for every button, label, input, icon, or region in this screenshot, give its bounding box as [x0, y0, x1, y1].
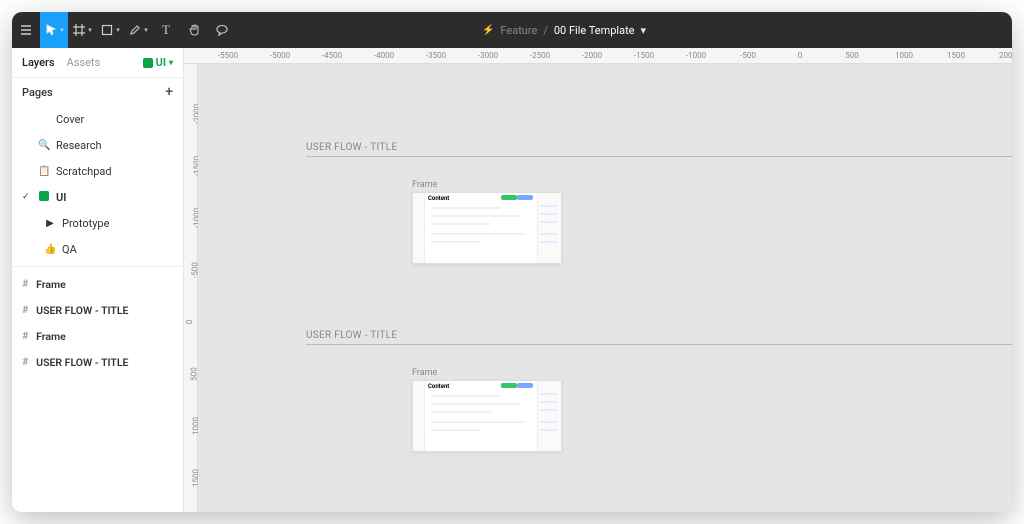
layer-label: Frame — [36, 278, 66, 291]
add-page-button[interactable]: + — [165, 84, 173, 100]
layer-label: USER FLOW - TITLE — [36, 304, 128, 317]
hamburger-icon — [19, 23, 33, 37]
panel-tabs: Layers Assets UI ▾ — [12, 48, 183, 78]
frame-icon: # — [22, 305, 28, 316]
hand-tool[interactable] — [180, 12, 208, 48]
page-label: Research — [56, 139, 102, 152]
status-ready-icon — [39, 191, 49, 201]
hand-icon — [187, 23, 201, 37]
breadcrumb-file[interactable]: 00 File Template — [554, 24, 635, 37]
chevron-down-icon: ▾ — [144, 26, 148, 34]
rectangle-icon — [100, 23, 114, 37]
ruler-tick: 1000 — [895, 51, 913, 60]
ruler-tick: -1000 — [686, 51, 706, 60]
breadcrumb-separator: / — [543, 24, 548, 37]
page-label: QA — [62, 243, 77, 256]
current-page-indicator[interactable]: UI ▾ — [143, 56, 173, 69]
page-label: UI — [56, 191, 66, 204]
comment-tool[interactable] — [208, 12, 236, 48]
ruler-tick: -3500 — [426, 51, 446, 60]
ruler-tick: -4000 — [374, 51, 394, 60]
canvas-area: -5500 -5000 -4500 -4000 -3500 -3000 -250… — [184, 48, 1012, 512]
section-title[interactable]: USER FLOW - TITLE — [306, 330, 397, 341]
chevron-down-icon: ▾ — [88, 26, 92, 34]
frame-icon: # — [22, 331, 28, 342]
toolbar: ▾ ▾ ▾ ▾ T ⚡ Feature / 00 File Template ▾ — [12, 12, 1012, 48]
pen-icon — [128, 23, 142, 37]
layer-label: Frame — [36, 330, 66, 343]
breadcrumb-project[interactable]: Feature — [500, 24, 537, 37]
frame-inner-title: Content — [428, 383, 449, 390]
section-divider — [306, 156, 1012, 157]
page-status-icon — [143, 58, 153, 68]
layer-label: USER FLOW - TITLE — [36, 356, 128, 369]
ruler-tick: 0 — [798, 51, 803, 60]
pages-header-label: Pages — [22, 86, 53, 99]
ruler-tick: 0 — [185, 320, 194, 325]
frame-icon: # — [22, 357, 28, 368]
ruler-tick: -500 — [740, 51, 756, 60]
clipboard-icon: 📋 — [38, 166, 50, 177]
left-panel: Layers Assets UI ▾ Pages + Cover 🔍 Resea… — [12, 48, 184, 512]
ruler-tick: -5500 — [218, 51, 238, 60]
pen-tool[interactable]: ▾ — [124, 12, 152, 48]
layer-item[interactable]: # Frame — [12, 323, 183, 349]
frame-icon: # — [22, 279, 28, 290]
thumbs-up-icon: 👍 — [44, 244, 56, 255]
text-tool[interactable]: T — [152, 12, 180, 48]
frame-label[interactable]: Frame — [412, 368, 437, 378]
ruler-horizontal[interactable]: -5500 -5000 -4500 -4000 -3500 -3000 -250… — [184, 48, 1012, 64]
frame-label[interactable]: Frame — [412, 180, 437, 190]
shape-tool[interactable]: ▾ — [96, 12, 124, 48]
menu-button[interactable] — [12, 12, 40, 48]
ruler-tick: -3000 — [478, 51, 498, 60]
page-item-cover[interactable]: Cover — [12, 106, 183, 132]
ruler-tick: -2500 — [530, 51, 550, 60]
chevron-down-icon[interactable]: ▾ — [641, 24, 647, 37]
canvas-frame[interactable]: Content — [412, 192, 562, 264]
frame-tool[interactable]: ▾ — [68, 12, 96, 48]
check-icon: ✓ — [22, 192, 32, 202]
page-item-prototype[interactable]: ▶ Prototype — [12, 210, 183, 236]
page-label: Cover — [56, 113, 84, 126]
page-label: Scratchpad — [56, 165, 112, 178]
section-divider — [306, 344, 1012, 345]
section-title[interactable]: USER FLOW - TITLE — [306, 142, 397, 153]
ruler-tick: -2000 — [582, 51, 602, 60]
ruler-tick: 500 — [845, 51, 859, 60]
chevron-down-icon: ▾ — [169, 58, 173, 67]
ruler-tick: -5000 — [270, 51, 290, 60]
pages-header: Pages + — [12, 78, 183, 106]
page-label: Prototype — [62, 217, 109, 230]
tab-layers[interactable]: Layers — [22, 56, 55, 69]
layer-item[interactable]: # USER FLOW - TITLE — [12, 349, 183, 375]
bolt-icon: ⚡ — [482, 25, 494, 36]
ruler-vertical[interactable]: -2000 -1500 -1000 -500 0 500 1000 1500 — [184, 64, 198, 512]
ruler-tick: 2000 — [999, 51, 1012, 60]
ruler-tick: 500 — [189, 367, 198, 381]
tab-assets[interactable]: Assets — [67, 56, 101, 69]
layer-item[interactable]: # USER FLOW - TITLE — [12, 297, 183, 323]
layer-item[interactable]: # Frame — [12, 271, 183, 297]
page-item-research[interactable]: 🔍 Research — [12, 132, 183, 158]
chevron-down-icon: ▾ — [116, 26, 120, 34]
page-item-ui[interactable]: ✓ UI — [12, 184, 183, 210]
cursor-icon — [44, 23, 58, 37]
page-item-scratchpad[interactable]: 📋 Scratchpad — [12, 158, 183, 184]
page-item-qa[interactable]: 👍 QA — [12, 236, 183, 262]
play-icon: ▶ — [44, 218, 56, 229]
canvas-frame[interactable]: Content — [412, 380, 562, 452]
frame-inner-title: Content — [428, 195, 449, 202]
frame-icon — [72, 23, 86, 37]
ruler-tick: -1500 — [634, 51, 654, 60]
chevron-down-icon: ▾ — [60, 26, 64, 34]
move-tool[interactable]: ▾ — [40, 12, 68, 48]
search-icon: 🔍 — [38, 140, 50, 151]
current-page-label: UI — [156, 56, 166, 69]
comment-icon — [215, 23, 229, 37]
text-icon: T — [162, 22, 170, 38]
ruler-tick: 1500 — [947, 51, 965, 60]
ruler-tick: -4500 — [322, 51, 342, 60]
canvas[interactable]: USER FLOW - TITLE Frame Content — [198, 64, 1012, 512]
